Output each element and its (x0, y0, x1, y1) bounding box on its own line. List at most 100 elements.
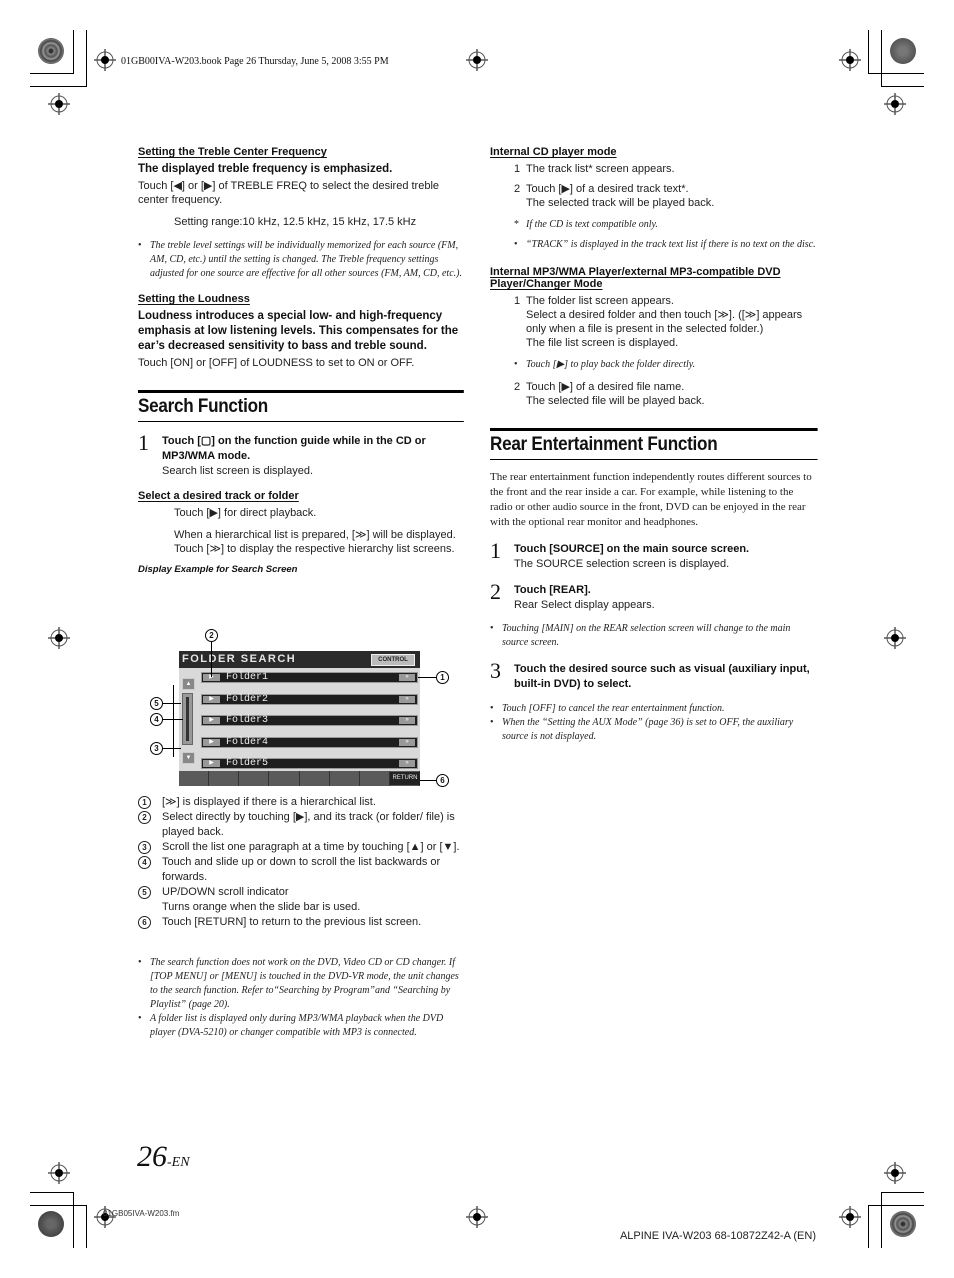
registration-mark-icon (839, 1206, 861, 1228)
registration-mark-icon (48, 627, 70, 649)
cd-step: 1 The track list* screen appears. (514, 163, 675, 175)
function-key[interactable] (209, 771, 240, 786)
loudness-lead: Loudness introduces a special low- and h… (138, 310, 459, 352)
open-hierarchy-button[interactable]: » (399, 674, 415, 681)
rear-title: Rear Entertainment Function (490, 428, 818, 460)
cd-heading: Internal CD player mode (490, 146, 617, 158)
registration-mark-icon (884, 1162, 906, 1184)
folder-name: Folder3 (226, 715, 269, 726)
loudness-heading: Setting the Loudness (138, 293, 250, 305)
registration-mark-icon (839, 49, 861, 71)
cd-mode-section: Internal CD player mode 1 The track list*… (490, 146, 818, 252)
registration-mark-icon (466, 49, 488, 71)
open-hierarchy-button[interactable]: » (399, 739, 415, 746)
scroll-up-button[interactable]: ▲ (182, 678, 195, 690)
function-key[interactable] (179, 771, 210, 786)
return-button[interactable]: RETURN (390, 772, 420, 785)
color-rosette-icon (38, 1211, 64, 1237)
callout-list: 1 [≫] is displayed if there is a hierarch… (138, 795, 464, 930)
mp3-note: Touch [▶] to play back the folder direct… (514, 358, 818, 372)
callout-6: 6 (436, 774, 449, 787)
select-p2: When a hierarchical list is prepared, [≫… (174, 529, 456, 555)
scroll-slider[interactable] (182, 693, 193, 745)
search-title: Search Function (138, 390, 464, 422)
search-section: Search Function 1 Touch [▢] on the funct… (138, 390, 464, 575)
control-button[interactable]: CONTROL (371, 654, 415, 666)
right-column: Internal CD player mode 1 The track list*… (490, 146, 818, 744)
play-button[interactable]: ▶ (203, 696, 220, 703)
color-rosette-icon (890, 1211, 916, 1237)
select-p1: Touch [▶] for direct playback. (174, 507, 317, 519)
open-hierarchy-button[interactable]: » (399, 696, 415, 703)
folder-list-item[interactable]: ▶ Folder4 » (201, 737, 418, 748)
treble-body: Touch [◀] or [▶] of TREBLE FREQ to selec… (138, 180, 440, 206)
callout-item: 3 Scroll the list one paragraph at a time… (138, 840, 464, 855)
play-button[interactable]: ▶ (203, 760, 220, 767)
mp3-heading-line1: Internal MP3/WMA Player/external MP3-com… (490, 266, 781, 278)
open-hierarchy-button[interactable]: » (399, 760, 415, 767)
callout-2: 2 (205, 629, 218, 642)
callout-3: 3 (150, 742, 163, 755)
function-key[interactable] (269, 771, 300, 786)
footer-file-name: 01GB05IVA-W203.fm (103, 1209, 180, 1218)
callout-item: 5 UP/DOWN scroll indicator (138, 885, 464, 900)
function-key[interactable] (360, 771, 390, 786)
callout-item: Turns orange when the slide bar is used. (162, 901, 361, 913)
rear-note-main: Touching [MAIN] on the REAR selection sc… (490, 622, 818, 650)
rear-step-1: 1 Touch [SOURCE] on the main source scre… (490, 538, 750, 570)
left-column: Setting the Treble Center Frequency The … (138, 146, 464, 575)
rear-step-3: 3 Touch the desired source such as visua… (490, 658, 810, 690)
rear-note: When the “Setting the AUX Mode” (page 36… (490, 716, 818, 744)
color-rosette-icon (38, 38, 64, 64)
treble-lead: The displayed treble frequency is emphas… (138, 163, 393, 175)
search-notes: The search function does not work on the… (138, 956, 464, 1040)
folder-name: Folder1 (226, 672, 269, 683)
rear-section: Rear Entertainment Function The rear ent… (490, 428, 818, 744)
folder-list-item[interactable]: ▶ Folder3 » (201, 715, 418, 726)
callout-1: 1 (436, 671, 449, 684)
callout-4: 4 (150, 713, 163, 726)
display-caption: Display Example for Search Screen (138, 564, 298, 575)
callout-5: 5 (150, 697, 163, 710)
footer-model-code: ALPINE IVA-W203 68-10872Z42-A (EN) (619, 1230, 816, 1242)
folder-list-item[interactable]: ▶ Folder5 » (201, 758, 418, 769)
color-rosette-icon (890, 38, 916, 64)
registration-mark-icon (884, 627, 906, 649)
step-title: Touch [▢] on the function guide while in… (162, 435, 426, 462)
mp3-mode-section: Internal MP3/WMA Player/external MP3-com… (490, 266, 818, 408)
registration-mark-icon (884, 93, 906, 115)
function-key[interactable] (239, 771, 270, 786)
note: A folder list is displayed only during M… (138, 1012, 464, 1040)
folder-name: Folder5 (226, 758, 269, 769)
function-key[interactable] (300, 771, 330, 786)
folder-name: Folder2 (226, 694, 269, 705)
folder-list-item[interactable]: ▶ Folder1 » (201, 672, 418, 683)
mp3-heading-line2: Player/Changer Mode (490, 278, 603, 290)
screen-title: FOLDER SEARCH CONTROL (179, 651, 420, 668)
registration-mark-icon (466, 1206, 488, 1228)
registration-mark-icon (94, 49, 116, 71)
callout-item: 6 Touch [RETURN] to return to the previou… (138, 915, 464, 930)
rear-step-2: 2 Touch [REAR]. Rear Select display appe… (490, 579, 655, 611)
cd-step: 2 Touch [▶] of a desired track text*. The … (514, 183, 715, 209)
callout-item: 1 [≫] is displayed if there is a hierarch… (138, 795, 464, 810)
function-key[interactable] (330, 771, 360, 786)
open-hierarchy-button[interactable]: » (399, 717, 415, 724)
play-button[interactable]: ▶ (203, 717, 220, 724)
callout-item: 4 Touch and slide up or down to scroll th… (138, 855, 464, 885)
note: The search function does not work on the… (138, 956, 464, 1012)
step-number: 1 (138, 430, 149, 455)
mp3-step: 2 Touch [▶] of a desired file name. The se… (514, 381, 705, 407)
page-number: 26-EN (137, 1140, 190, 1173)
folder-list-item[interactable]: ▶ Folder2 » (201, 694, 418, 705)
loudness-section: Setting the Loudness Loudness introduces… (138, 293, 464, 370)
select-heading: Select a desired track or folder (138, 490, 299, 502)
callout-item: 2 Select directly by touching [▶], and it… (138, 810, 464, 840)
search-step-1: 1 Touch [▢] on the function guide while … (138, 430, 464, 478)
play-button[interactable]: ▶ (203, 739, 220, 746)
cd-star-note: If the CD is text compatible only. (514, 218, 818, 232)
rear-intro: The rear entertainment function independ… (490, 471, 812, 528)
rear-note: Touch [OFF] to cancel the rear entertain… (490, 702, 818, 716)
scroll-down-button[interactable]: ▼ (182, 752, 195, 764)
registration-mark-icon (48, 93, 70, 115)
